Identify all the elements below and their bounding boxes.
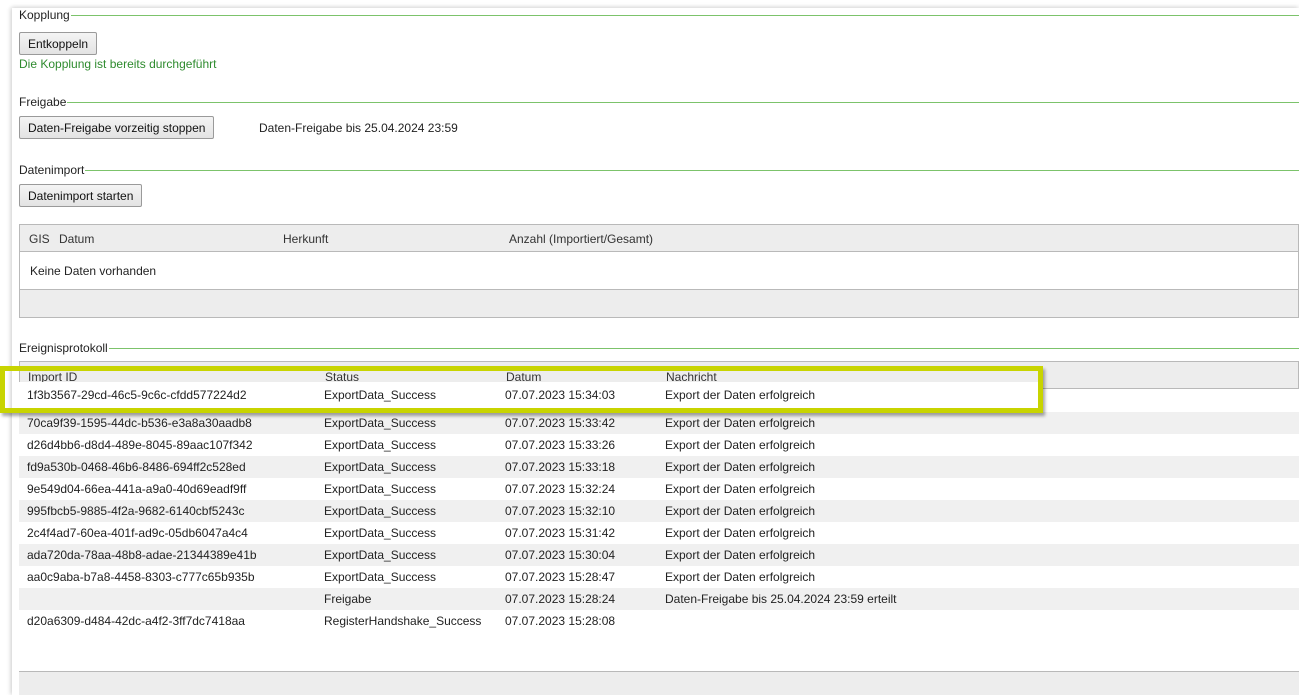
col-gis[interactable]: GIS [29, 232, 50, 246]
cell-import-id: d26d4bb6-d8d4-489e-8045-89aac107f342 [27, 438, 253, 452]
section-ereignisprotokoll: Ereignisprotokoll [19, 341, 1299, 355]
section-freigabe: Freigabe [19, 95, 1299, 109]
cell-message: Daten-Freigabe bis 25.04.2024 23:59 erte… [665, 592, 897, 606]
cell-status: ExportData_Success [324, 438, 437, 452]
section-datenimport-title: Datenimport [19, 163, 85, 177]
cell-date: 07.07.2023 15:33:18 [505, 460, 616, 474]
highlighted-row[interactable]: 1f3b3567-29cd-46c5-9c6c-cfdd577224d2 Exp… [12, 382, 1038, 406]
table-row[interactable]: 9e549d04-66ea-441a-a9a0-40d69eadf9ff Expo… [19, 478, 1299, 500]
section-divider [67, 101, 1299, 103]
cell-date: 07.07.2023 15:28:24 [505, 592, 616, 606]
table-row[interactable]: fd9a530b-0468-46b6-8486-694ff2c528ed Expo… [19, 456, 1299, 478]
log-table-footer [19, 671, 1299, 695]
freigabe-info: Daten-Freigabe bis 25.04.2024 23:59 [259, 121, 458, 135]
cell-date: 07.07.2023 15:28:08 [505, 614, 616, 628]
empty-text: Keine Daten vorhanden [30, 264, 157, 278]
col-datum[interactable]: Datum [59, 232, 94, 246]
cell-import-id: 70ca9f39-1595-44dc-b536-e3a8a30aadb8 [27, 416, 252, 430]
section-divider [85, 169, 1299, 171]
cell-import-id: d20a6309-d484-42dc-a4f2-3ff7dc7418aa [27, 614, 245, 628]
cell-status: Freigabe [324, 592, 372, 606]
table-row[interactable]: Freigabe 07.07.2023 15:28:24 Daten-Freigab… [19, 588, 1299, 610]
cell-message: Export der Daten erfolgreich [665, 548, 816, 562]
cell-date: 07.07.2023 15:33:42 [505, 416, 616, 430]
cell-import-id: ada720da-78aa-48b8-adae-21344389e41b [27, 548, 257, 562]
cell-message: Export der Daten erfolgreich [665, 460, 816, 474]
cell-message: Export der Daten erfolgreich [665, 416, 816, 430]
cell-import-id: 2c4f4ad7-60ea-401f-ad9c-05db6047a4c4 [27, 526, 248, 540]
table-row[interactable]: aa0c9aba-b7a8-4458-8303-c777c65b935b Expo… [19, 566, 1299, 588]
highlighted-status: ExportData_Success [324, 388, 437, 402]
section-kopplung: Kopplung [19, 8, 1299, 22]
cell-date: 07.07.2023 15:31:42 [505, 526, 616, 540]
cell-date: 07.07.2023 15:32:10 [505, 504, 616, 518]
import-table-footer [20, 290, 1298, 317]
cell-status: ExportData_Success [324, 416, 437, 430]
highlighted-message: Export der Daten erfolgreich [665, 388, 816, 402]
section-freigabe-title: Freigabe [19, 95, 67, 109]
cell-date: 07.07.2023 15:32:24 [505, 482, 616, 496]
cell-date: 07.07.2023 15:30:04 [505, 548, 616, 562]
cell-status: RegisterHandshake_Success [324, 614, 482, 628]
cell-date: 07.07.2023 15:33:26 [505, 438, 616, 452]
cell-message: Export der Daten erfolgreich [665, 482, 816, 496]
entkoppeln-button[interactable]: Entkoppeln [19, 32, 98, 55]
cell-message: Export der Daten erfolgreich [665, 570, 816, 584]
cell-import-id: aa0c9aba-b7a8-4458-8303-c777c65b935b [27, 570, 255, 584]
cell-date: 07.07.2023 15:28:47 [505, 570, 616, 584]
log-table-body: 70ca9f39-1595-44dc-b536-e3a8a30aadb8 Expo… [19, 390, 1299, 632]
col-herkunft[interactable]: Herkunft [283, 232, 328, 246]
cell-status: ExportData_Success [324, 482, 437, 496]
cell-message: Export der Daten erfolgreich [665, 526, 816, 540]
table-row[interactable]: ada720da-78aa-48b8-adae-21344389e41b Expo… [19, 544, 1299, 566]
table-row[interactable]: 70ca9f39-1595-44dc-b536-e3a8a30aadb8 Expo… [19, 412, 1299, 434]
table-row[interactable]: 2c4f4ad7-60ea-401f-ad9c-05db6047a4c4 Expo… [19, 522, 1299, 544]
settings-page: Kopplung Entkoppeln Die Kopplung ist ber… [12, 8, 1299, 695]
cell-status: ExportData_Success [324, 548, 437, 562]
cell-status: ExportData_Success [324, 570, 437, 584]
col-anzahl[interactable]: Anzahl (Importiert/Gesamt) [509, 232, 653, 246]
cell-import-id: fd9a530b-0468-46b6-8486-694ff2c528ed [27, 460, 246, 474]
table-row[interactable]: 995fbcb5-9885-4f2a-9682-6140cbf5243c Expo… [19, 500, 1299, 522]
section-divider [70, 14, 1299, 16]
import-table: GIS Datum Herkunft Anzahl (Importiert/Ge… [19, 224, 1299, 318]
cell-status: ExportData_Success [324, 504, 437, 518]
table-row[interactable]: d26d4bb6-d8d4-489e-8045-89aac107f342 Expo… [19, 434, 1299, 456]
cell-status: ExportData_Success [324, 526, 437, 540]
highlighted-import-id: 1f3b3567-29cd-46c5-9c6c-cfdd577224d2 [27, 388, 247, 402]
cell-import-id: 9e549d04-66ea-441a-a9a0-40d69eadf9ff [27, 482, 247, 496]
cell-message: Export der Daten erfolgreich [665, 438, 816, 452]
stop-freigabe-button[interactable]: Daten-Freigabe vorzeitig stoppen [19, 116, 215, 139]
section-ereignisprotokoll-title: Ereignisprotokoll [19, 341, 108, 355]
import-table-header: GIS Datum Herkunft Anzahl (Importiert/Ge… [20, 225, 1298, 252]
cell-import-id: 995fbcb5-9885-4f2a-9682-6140cbf5243c [27, 504, 245, 518]
section-datenimport: Datenimport [19, 163, 1299, 177]
kopplung-status: Die Kopplung ist bereits durchgeführt [19, 57, 217, 71]
highlighted-date: 07.07.2023 15:34:03 [505, 388, 616, 402]
table-row[interactable]: d20a6309-d484-42dc-a4f2-3ff7dc7418aa Regi… [19, 610, 1299, 632]
datenimport-start-button[interactable]: Datenimport starten [19, 184, 143, 207]
section-kopplung-title: Kopplung [19, 8, 70, 22]
cell-message: Export der Daten erfolgreich [665, 504, 816, 518]
cell-status: ExportData_Success [324, 460, 437, 474]
import-table-empty: Keine Daten vorhanden [20, 252, 1298, 290]
section-divider [108, 347, 1299, 349]
